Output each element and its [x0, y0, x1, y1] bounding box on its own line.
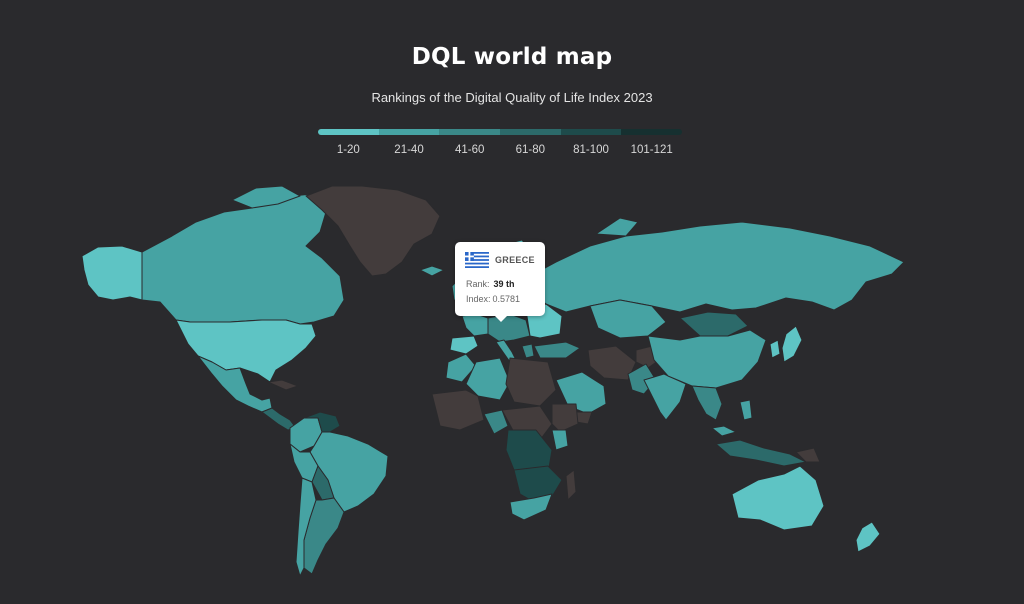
- country-central-america[interactable]: [261, 407, 297, 431]
- tooltip-rank-label: Rank:: [466, 279, 490, 289]
- tooltip-country-name: GREECE: [495, 255, 535, 265]
- country-russia[interactable]: [529, 221, 905, 313]
- country-iberia[interactable]: [449, 335, 479, 355]
- country-australia[interactable]: [731, 465, 825, 531]
- country-greece[interactable]: [521, 343, 535, 359]
- country-iceland[interactable]: [419, 265, 445, 277]
- country-canada[interactable]: [141, 193, 345, 325]
- country-libya-egypt[interactable]: [505, 357, 557, 407]
- country-usa[interactable]: [175, 319, 317, 383]
- country-alaska[interactable]: [81, 245, 143, 301]
- tooltip-index-label: Index:: [466, 294, 491, 304]
- country-philippines[interactable]: [739, 399, 753, 421]
- tooltip-rank-row: Rank: 39 th: [466, 279, 515, 289]
- country-kenya[interactable]: [551, 429, 569, 451]
- country-korea[interactable]: [769, 339, 781, 359]
- country-tooltip: GREECE Rank: 39 th Index: 0.5781: [455, 242, 545, 322]
- tooltip-index-row: Index: 0.5781: [466, 294, 520, 304]
- country-madagascar[interactable]: [565, 469, 577, 501]
- country-mongolia[interactable]: [679, 311, 749, 337]
- country-france[interactable]: [461, 313, 489, 337]
- tooltip-rank-value: 39 th: [493, 279, 515, 289]
- country-malaysia[interactable]: [711, 425, 737, 437]
- country-indonesia[interactable]: [715, 439, 807, 467]
- country-japan[interactable]: [781, 325, 803, 363]
- country-russia-arctic-islands[interactable]: [595, 217, 639, 237]
- country-west-africa[interactable]: [431, 389, 485, 431]
- dql-world-map-page: DQL world map Rankings of the Digital Qu…: [0, 0, 1024, 604]
- country-cuba[interactable]: [267, 379, 299, 391]
- tooltip-index-value: 0.5781: [492, 294, 521, 304]
- country-ethiopia[interactable]: [551, 403, 579, 433]
- country-new-zealand[interactable]: [855, 521, 881, 553]
- country-turkey[interactable]: [533, 341, 581, 359]
- tooltip-pointer: [495, 316, 507, 322]
- greece-flag-icon: [465, 252, 489, 268]
- country-mainland-southeast-asia[interactable]: [691, 385, 723, 421]
- tooltip-header: GREECE: [465, 252, 535, 268]
